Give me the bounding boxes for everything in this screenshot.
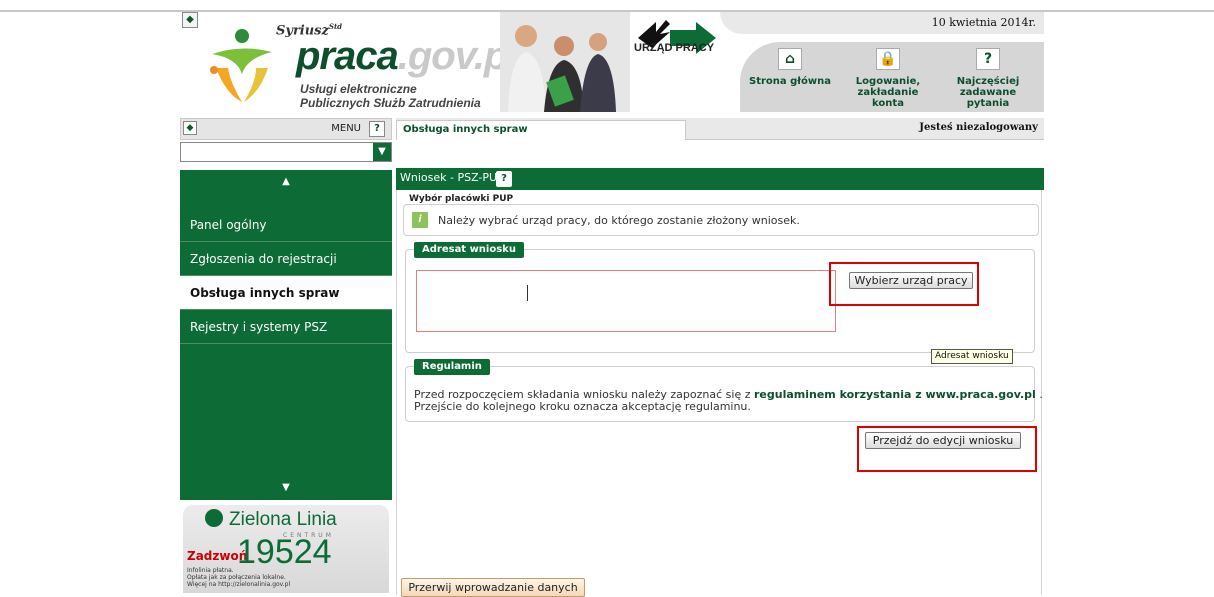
form-content: Wybór placówki PUP i Należy wybrać urząd… <box>396 190 1043 597</box>
top-nav: ⌂ Strona główna 🔒 Logowanie, zakładanie … <box>740 42 1044 112</box>
date-tab: 10 kwietnia 2014r. <box>720 12 1044 34</box>
adresat-field[interactable] <box>416 270 836 332</box>
tab-bar: Obsługa innych spraw Jesteś niezalogowan… <box>396 118 1044 140</box>
menu-help-button[interactable]: ? <box>369 121 385 137</box>
nav-home-label: Strona główna <box>749 76 831 87</box>
adresat-legend: Adresat wniosku <box>414 242 524 258</box>
side-menu: ▲ Panel ogólny Zgłoszenia do rejestracji… <box>180 170 392 500</box>
home-icon: ⌂ <box>778 48 802 70</box>
menu-label: MENU <box>331 123 361 134</box>
brand-main: praca.gov.pl <box>296 34 518 78</box>
header: ◆ SyriuszStd praca.gov.pl Usługi elektro… <box>180 12 1044 118</box>
form-help-button[interactable]: ? <box>496 171 512 187</box>
sidebar-item-rejestry[interactable]: Rejestry i systemy PSZ <box>180 310 392 344</box>
sidebar-item-panel[interactable]: Panel ogólny <box>180 208 392 242</box>
text-caret <box>527 285 528 301</box>
question-icon: ? <box>976 48 1000 70</box>
zielona-linia-info: Infolinia płatna. Opłata jak za połączen… <box>187 567 291 588</box>
scroll-up-icon[interactable]: ▲ <box>180 170 392 194</box>
nav-faq-label-2: zadawane pytania <box>959 87 1017 109</box>
regulamin-link[interactable]: regulaminem korzystania z www.praca.gov.… <box>754 388 1036 401</box>
cancel-button[interactable]: Przerwij wprowadzanie danych <box>401 578 585 597</box>
zielona-linia-banner[interactable]: Zielona Linia CENTRUM Zadzwoń 19524 Info… <box>183 505 389 593</box>
highlight-next-button <box>857 426 1037 472</box>
menu-bar: ◆ MENU ? <box>180 118 392 140</box>
tab-obsluga[interactable]: Obsługa innych spraw <box>396 120 686 140</box>
scroll-down-icon[interactable]: ▼ <box>180 476 392 500</box>
logo-figure-icon <box>210 29 272 102</box>
info-box: i Należy wybrać urząd pracy, do którego … <box>403 204 1039 236</box>
highlight-choose-button <box>829 262 979 306</box>
tagline: Usługi elektroniczne Publicznych Służb Z… <box>300 82 481 110</box>
nav-login-label-1: Logowanie, <box>855 76 921 87</box>
people-illustration <box>500 12 630 112</box>
chevron-down-icon[interactable]: ▼ <box>373 143 391 161</box>
date-label: 10 kwietnia 2014r. <box>931 16 1036 29</box>
nav-faq-label-1: Najczęściej <box>956 76 1020 87</box>
sidebar-item-obsluga[interactable]: Obsługa innych spraw <box>180 276 392 310</box>
tooltip: Adresat wniosku <box>931 349 1013 364</box>
menu-pin-icon[interactable]: ◆ <box>183 121 197 135</box>
nav-login-label-2: zakładanie konta <box>857 87 919 109</box>
urzad-pracy-label: URZĄD PRACY <box>634 42 715 54</box>
menu-select[interactable]: ▼ <box>180 142 392 162</box>
info-text: Należy wybrać urząd pracy, do którego zo… <box>438 214 800 227</box>
lock-icon: 🔒 <box>876 48 900 70</box>
nav-login-button[interactable]: 🔒 Logowanie, zakładanie konta <box>840 48 936 109</box>
page: ◆ SyriuszStd praca.gov.pl Usługi elektro… <box>180 12 1044 597</box>
sidebar-item-zgloszenia[interactable]: Zgłoszenia do rejestracji <box>180 242 392 276</box>
pin-icon[interactable]: ◆ <box>182 12 198 28</box>
nav-home-button[interactable]: ⌂ Strona główna <box>742 48 838 106</box>
regulamin-fieldset: Regulamin Przed rozpoczęciem składania w… <box>405 359 1043 422</box>
regulamin-text: Przed rozpoczęciem składania wniosku nal… <box>414 388 1043 413</box>
regulamin-legend: Regulamin <box>414 359 490 375</box>
form-subtitle: Wybór placówki PUP <box>409 194 514 204</box>
nav-faq-button[interactable]: ? Najczęściej zadawane pytania <box>940 48 1036 109</box>
form-title-bar: Wniosek - PSZ-PU ? <box>396 168 1044 190</box>
login-status: Jesteś niezalogowany <box>919 122 1038 133</box>
zielona-linia-dot-icon <box>205 509 223 527</box>
header-right: 10 kwietnia 2014r. ⌂ Strona główna 🔒 Log… <box>720 12 1044 112</box>
zielona-linia-logo: Zielona Linia <box>205 509 337 531</box>
info-icon: i <box>412 212 428 228</box>
form-title: Wniosek - PSZ-PU <box>400 171 498 184</box>
